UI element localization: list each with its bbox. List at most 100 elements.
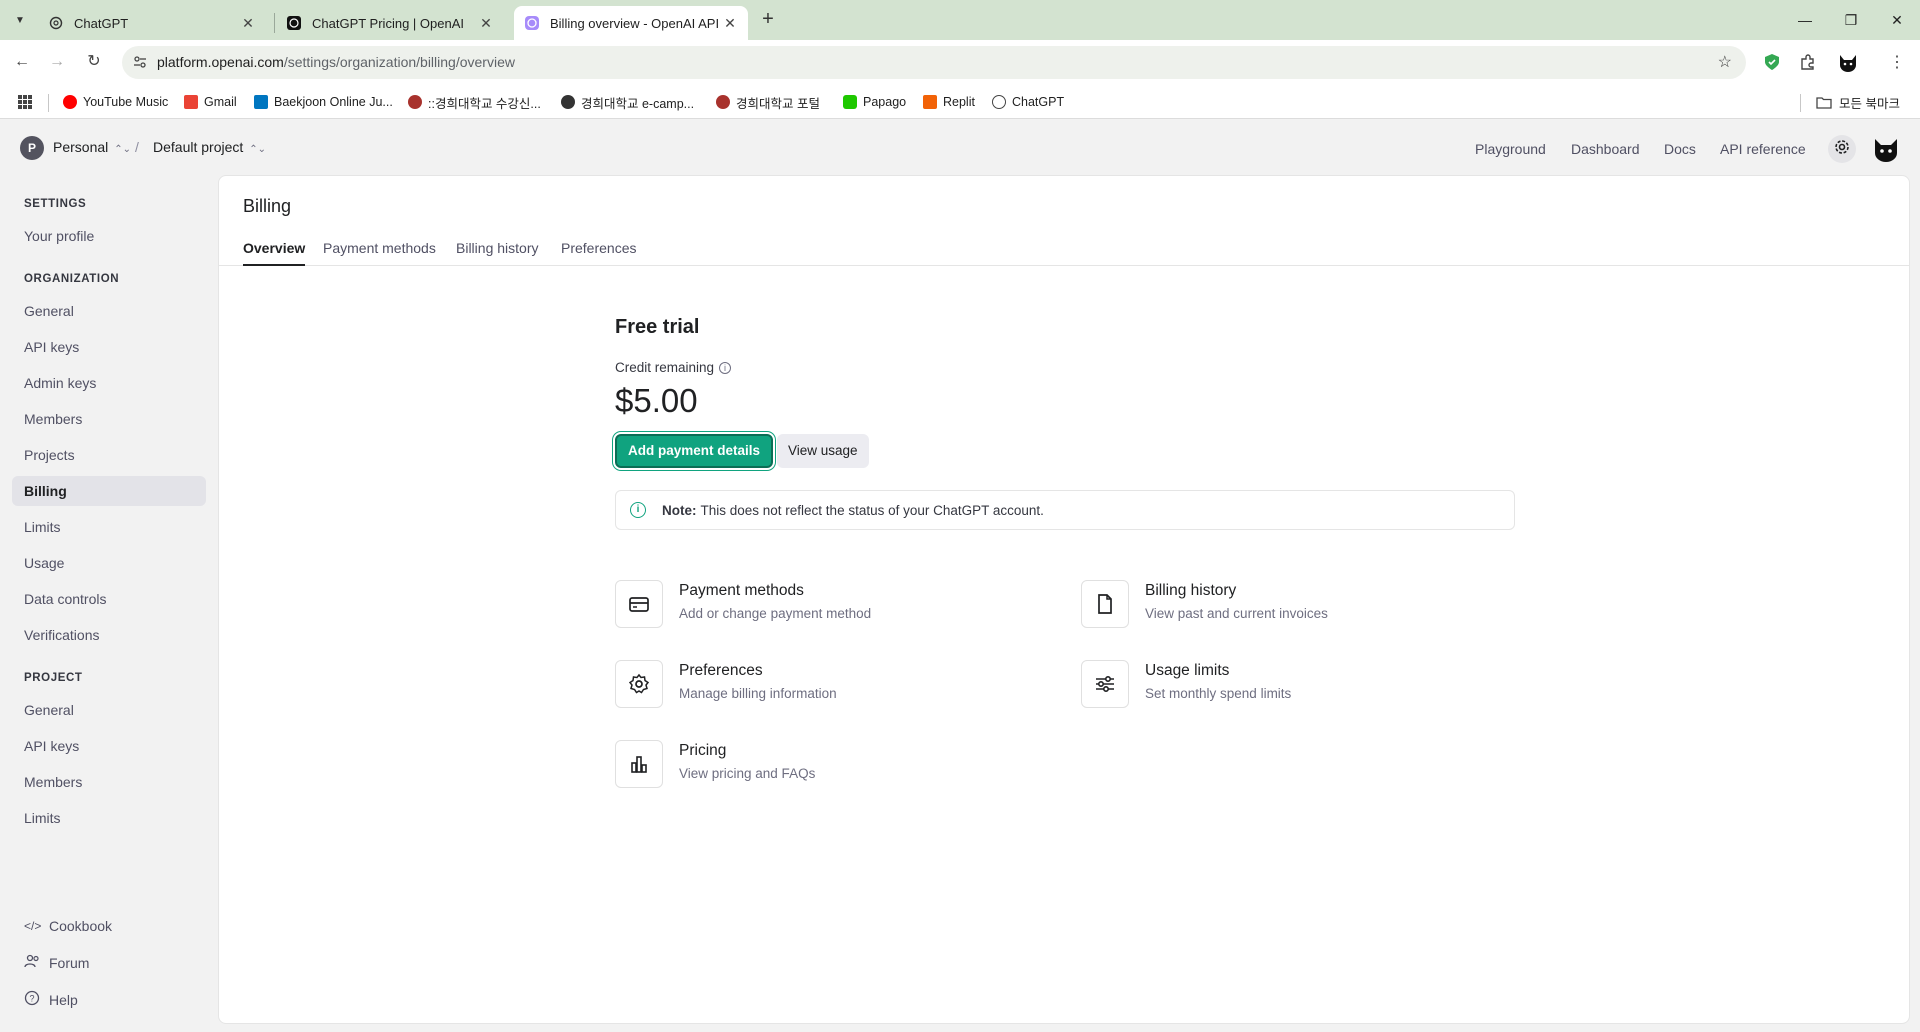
info-icon[interactable]: i [719, 361, 732, 374]
extensions-puzzle-icon[interactable] [1796, 50, 1820, 74]
browser-menu-icon[interactable]: ⋮ [1885, 50, 1909, 74]
sidebar-item-verifications[interactable]: Verifications [12, 620, 206, 650]
note-text: This does not reflect the status of your… [700, 502, 1044, 518]
back-button[interactable]: ← [10, 50, 34, 74]
sidebar-item-admin-keys[interactable]: Admin keys [12, 368, 206, 398]
project-switcher[interactable]: Default project ⌃⌄ [153, 139, 266, 155]
sidebar-footer-cookbook[interactable]: </> Cookbook [24, 918, 112, 934]
browser-tab-chatgpt-pricing[interactable]: ChatGPT Pricing | OpenAI ✕ [276, 6, 504, 40]
nav-link-dashboard[interactable]: Dashboard [1571, 141, 1640, 157]
card-pricing[interactable]: Pricing View pricing and FAQs [615, 740, 1035, 790]
card-billing-history[interactable]: Billing history View past and current in… [1081, 580, 1501, 630]
nav-link-api-reference[interactable]: API reference [1720, 141, 1806, 157]
bookmark-khu-enrollment[interactable]: ::경희대학교 수강신... [408, 92, 541, 112]
settings-gear-button[interactable] [1828, 135, 1856, 163]
card-title: Usage limits [1145, 662, 1230, 679]
sidebar-footer-help[interactable]: ? Help [24, 990, 78, 1009]
tab-title: ChatGPT [74, 15, 129, 31]
tab-payment-methods[interactable]: Payment methods [323, 240, 436, 266]
user-avatar[interactable] [1871, 134, 1901, 164]
card-subtitle: View past and current invoices [1145, 606, 1328, 621]
sidebar-item-project-limits[interactable]: Limits [12, 803, 206, 833]
url-text: platform.openai.com/settings/organizatio… [157, 54, 515, 70]
info-icon: i [630, 502, 646, 518]
sidebar-item-data-controls[interactable]: Data controls [12, 584, 206, 614]
bookmark-papago[interactable]: Papago [843, 92, 906, 112]
tab-search-button[interactable]: ▼ [8, 8, 32, 32]
sidebar-item-org-limits[interactable]: Limits [12, 512, 206, 542]
close-tab-icon[interactable]: ✕ [478, 15, 494, 32]
profile-avatar-icon[interactable] [1836, 50, 1860, 74]
forward-button[interactable]: → [45, 50, 69, 74]
sidebar-item-org-general[interactable]: General [12, 296, 206, 326]
sidebar-item-project-members[interactable]: Members [12, 767, 206, 797]
close-tab-icon[interactable]: ✕ [240, 15, 256, 32]
org-switcher[interactable]: Personal ⌃⌄ [53, 139, 131, 155]
browser-tab-billing-overview[interactable]: Billing overview - OpenAI API ✕ [514, 6, 748, 40]
restore-button[interactable]: ❐ [1839, 8, 1863, 32]
bookmark-khu-portal[interactable]: 경희대학교 포털 [716, 92, 820, 112]
footer-label: Help [49, 991, 78, 1008]
sidebar-item-org-members[interactable]: Members [12, 404, 206, 434]
settings-sidebar: SETTINGS Your profile ORGANIZATION Gener… [0, 175, 218, 1032]
footer-label: Cookbook [49, 918, 113, 934]
sidebar-item-project-api-keys[interactable]: API keys [12, 731, 206, 761]
nav-link-playground[interactable]: Playground [1475, 141, 1546, 157]
card-title: Pricing [679, 742, 727, 759]
bar-chart-icon [615, 740, 663, 788]
close-window-button[interactable]: ✕ [1885, 8, 1909, 32]
card-subtitle: View pricing and FAQs [679, 766, 816, 781]
card-payment-methods[interactable]: Payment methods Add or change payment me… [615, 580, 1035, 630]
bookmark-replit[interactable]: Replit [923, 92, 975, 112]
sidebar-item-your-profile[interactable]: Your profile [12, 221, 206, 251]
sidebar-item-org-api-keys[interactable]: API keys [12, 332, 206, 362]
openai-logo-icon [524, 15, 540, 31]
sidebar-item-usage[interactable]: Usage [12, 548, 206, 578]
tab-overview[interactable]: Overview [243, 240, 306, 266]
bookmark-chatgpt[interactable]: ChatGPT [992, 92, 1064, 112]
all-bookmarks-label: 모든 북마크 [1839, 96, 1900, 111]
url-path: /settings/organization/billing/overview [283, 54, 515, 70]
reload-button[interactable]: ↻ [82, 50, 106, 74]
card-preferences[interactable]: Preferences Manage billing information [615, 660, 1035, 710]
tab-billing-history[interactable]: Billing history [456, 240, 538, 266]
openai-logo-icon [48, 15, 64, 31]
bookmark-youtube-music[interactable]: YouTube Music [63, 92, 168, 112]
view-usage-button[interactable]: View usage [777, 434, 869, 468]
sidebar-footer-forum[interactable]: Forum [24, 954, 89, 971]
sidebar-item-projects[interactable]: Projects [12, 440, 206, 470]
tab-preferences[interactable]: Preferences [561, 240, 636, 266]
note-bold-label: Note: [662, 502, 697, 518]
address-bar[interactable]: platform.openai.com/settings/organizatio… [122, 46, 1746, 79]
card-subtitle: Add or change payment method [679, 606, 872, 621]
new-tab-button[interactable]: + [756, 8, 780, 32]
apps-grid-icon[interactable] [17, 92, 33, 112]
add-payment-details-button[interactable]: Add payment details [615, 434, 774, 468]
bookmark-star-icon[interactable]: ☆ [1718, 52, 1732, 72]
bookmark-label: ::경희대학교 수강신... [428, 96, 541, 111]
users-icon [24, 954, 40, 971]
card-title: Billing history [1145, 582, 1237, 599]
card-usage-limits[interactable]: Usage limits Set monthly spend limits [1081, 660, 1501, 710]
close-tab-icon[interactable]: ✕ [722, 15, 738, 32]
code-icon: </> [24, 919, 42, 933]
all-bookmarks-folder[interactable]: 모든 북마크 [1816, 92, 1900, 112]
overview-content: Free trial Credit remaining i $5.00 Add … [615, 316, 1515, 788]
card-subtitle: Manage billing information [679, 686, 837, 701]
svg-text:?: ? [29, 994, 34, 1004]
shield-extension-icon[interactable] [1760, 50, 1784, 74]
bookmark-label: Papago [863, 95, 907, 109]
minimize-button[interactable]: — [1793, 8, 1817, 32]
sidebar-item-billing[interactable]: Billing [12, 476, 206, 506]
sidebar-item-project-general[interactable]: General [12, 695, 206, 725]
bookmark-baekjoon[interactable]: Baekjoon Online Ju... [254, 92, 393, 112]
site-info-icon[interactable] [132, 54, 148, 70]
bookmark-khu-ecampus[interactable]: 경희대학교 e-camp... [561, 92, 694, 112]
nav-link-docs[interactable]: Docs [1664, 141, 1696, 157]
bookmark-gmail[interactable]: Gmail [184, 92, 237, 112]
browser-tab-chatgpt[interactable]: ChatGPT ✕ [38, 6, 266, 40]
card-title: Payment methods [679, 582, 804, 599]
tab-title: ChatGPT Pricing | OpenAI [312, 15, 464, 31]
breadcrumb-separator: / [135, 139, 139, 155]
document-icon [1081, 580, 1129, 628]
